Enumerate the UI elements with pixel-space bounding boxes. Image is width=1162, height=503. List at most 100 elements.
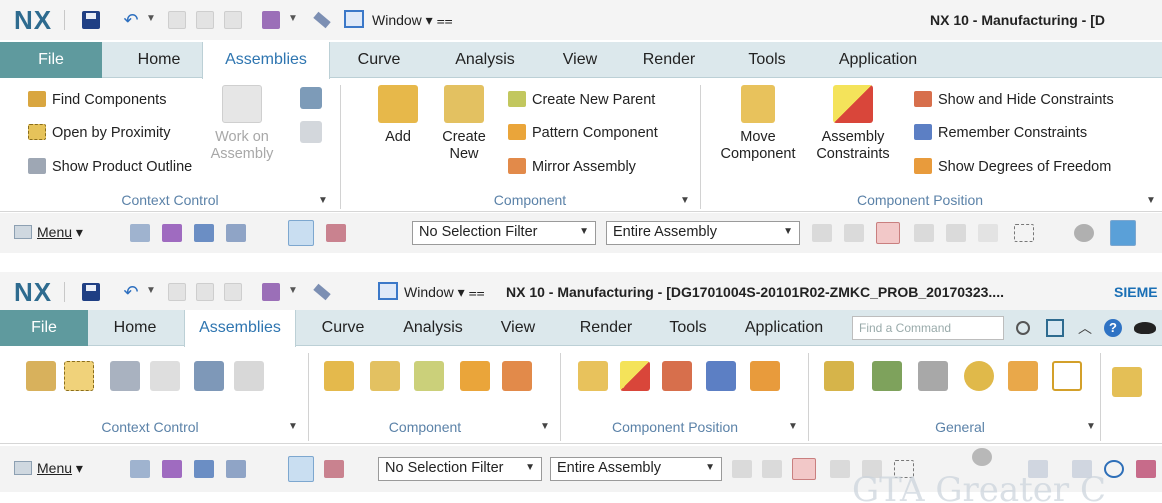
create-new-parent-icon[interactable]	[414, 361, 444, 391]
make-work-part-icon[interactable]	[300, 87, 322, 109]
add-component-icon[interactable]	[324, 361, 354, 391]
tab-view[interactable]: View	[552, 42, 608, 78]
touch-mode-dropdown-icon[interactable]: ▼	[288, 13, 298, 24]
tab-tools[interactable]: Tools	[660, 310, 716, 346]
select-features-snap-icon[interactable]	[812, 224, 832, 242]
link-icon[interactable]	[964, 361, 994, 391]
tab-tools[interactable]: Tools	[736, 42, 798, 78]
show-hide-constraints-icon[interactable]	[662, 361, 692, 391]
interface-icon[interactable]	[1008, 361, 1038, 391]
tab-view[interactable]: View	[490, 310, 546, 346]
select-features-icon[interactable]	[162, 460, 182, 478]
show-and-hide-constraints-button[interactable]: Show and Hide Constraints	[914, 91, 1114, 109]
selection-priority-icon[interactable]	[324, 460, 344, 478]
select-features-icon[interactable]	[162, 224, 182, 242]
view-orient-icon[interactable]	[1074, 224, 1094, 242]
tab-assemblies[interactable]: Assemblies	[184, 310, 296, 347]
point-on-curve-icon[interactable]	[876, 222, 900, 244]
hide-icon[interactable]	[978, 224, 998, 242]
select-bodies-icon[interactable]	[226, 224, 246, 242]
replace-component-icon[interactable]	[872, 361, 902, 391]
tab-curve[interactable]: Curve	[348, 42, 410, 78]
snap-point-icon[interactable]	[762, 460, 782, 478]
find-components-icon[interactable]	[26, 361, 56, 391]
add-component-button[interactable]: Add	[368, 85, 428, 146]
select-features-snap-icon[interactable]	[732, 460, 752, 478]
render-style-icon[interactable]	[1110, 220, 1136, 246]
tab-analysis[interactable]: Analysis	[440, 42, 530, 78]
assembly-constraints-button[interactable]: Assembly Constraints	[808, 85, 898, 163]
work-on-assembly-icon[interactable]	[150, 361, 180, 391]
open-by-proximity-button[interactable]: Open by Proximity	[28, 124, 170, 142]
paste-icon[interactable]	[224, 11, 242, 29]
component-position-more-icon[interactable]: ▼	[1146, 195, 1156, 206]
assembly-navigator-info-icon[interactable]	[824, 361, 854, 391]
quick-pick-icon[interactable]	[946, 224, 966, 242]
undo-icon[interactable]: ↶	[122, 283, 140, 301]
snap-toggle-icon[interactable]	[288, 220, 314, 246]
remember-constraints-button[interactable]: Remember Constraints	[914, 124, 1087, 142]
menu-button[interactable]: Menu ▾	[14, 224, 83, 241]
touch-mode-dropdown-icon[interactable]: ▼	[288, 285, 298, 296]
mirror-assembly-button[interactable]: Mirror Assembly	[508, 158, 636, 176]
restore-ribbon-icon[interactable]	[1046, 319, 1064, 337]
help-icon[interactable]: ?	[1104, 319, 1122, 337]
cut-icon[interactable]	[168, 11, 186, 29]
create-new-component-button[interactable]: Create New	[430, 85, 498, 163]
wave-geometry-icon[interactable]	[918, 361, 948, 391]
layer-icon[interactable]	[1136, 460, 1156, 478]
find-command-input[interactable]: Find a Command	[852, 316, 1004, 340]
view-orient-icon[interactable]	[972, 448, 992, 466]
rectangle-select-icon[interactable]	[1014, 224, 1034, 242]
tab-file[interactable]: File	[0, 310, 88, 346]
menu-button[interactable]: Menu ▾	[14, 460, 83, 477]
point-on-curve-icon[interactable]	[792, 458, 816, 480]
undo-dropdown-icon[interactable]: ▼	[146, 13, 156, 24]
tab-render[interactable]: Render	[572, 310, 640, 346]
tab-analysis[interactable]: Analysis	[390, 310, 476, 346]
tab-home[interactable]: Home	[124, 42, 194, 78]
move-component-icon[interactable]	[578, 361, 608, 391]
show-product-outline-icon[interactable]	[110, 361, 140, 391]
tab-application[interactable]: Application	[730, 310, 838, 346]
show-degrees-of-freedom-icon[interactable]	[750, 361, 780, 391]
context-control-more-icon[interactable]: ▼	[318, 195, 328, 206]
select-all-icon[interactable]	[130, 460, 150, 478]
context-control-more-icon[interactable]: ▼	[288, 421, 298, 432]
save-icon[interactable]	[82, 11, 100, 29]
pattern-component-button[interactable]: Pattern Component	[508, 124, 658, 142]
select-components-icon[interactable]	[194, 224, 214, 242]
general-more-icon[interactable]: ▼	[1086, 421, 1096, 432]
selection-filter-select[interactable]: No Selection Filter ▼	[378, 457, 542, 481]
window-icon[interactable]	[344, 10, 364, 28]
refresh-icon[interactable]	[1104, 460, 1124, 478]
select-all-icon[interactable]	[130, 224, 150, 242]
touch-mode-icon[interactable]	[262, 11, 280, 29]
find-components-button[interactable]: Find Components	[28, 91, 166, 109]
pattern-component-icon[interactable]	[460, 361, 490, 391]
selection-scope-select[interactable]: Entire Assembly ▼	[606, 221, 800, 245]
create-new-parent-button[interactable]: Create New Parent	[508, 91, 655, 109]
tab-application[interactable]: Application	[826, 42, 930, 78]
make-displayed-part-icon[interactable]	[300, 121, 322, 143]
more-commands-icon[interactable]	[1112, 367, 1142, 397]
paste-icon[interactable]	[224, 283, 242, 301]
select-bodies-icon[interactable]	[226, 460, 246, 478]
save-icon[interactable]	[82, 283, 100, 301]
cut-icon[interactable]	[168, 283, 186, 301]
open-by-proximity-icon[interactable]	[64, 361, 94, 391]
touch-mode-icon[interactable]	[262, 283, 280, 301]
tab-assemblies[interactable]: Assemblies	[202, 42, 330, 79]
undo-dropdown-icon[interactable]: ▼	[146, 285, 156, 296]
make-displayed-part-icon[interactable]	[234, 361, 264, 391]
selection-filter-select[interactable]: No Selection Filter ▼	[412, 221, 596, 245]
selection-scope-select[interactable]: Entire Assembly ▼	[550, 457, 722, 481]
undo-icon[interactable]: ↶	[122, 11, 140, 29]
collapse-ribbon-icon[interactable]: ︿	[1076, 319, 1094, 337]
mirror-assembly-icon[interactable]	[502, 361, 532, 391]
arrangement-icon[interactable]	[1052, 361, 1082, 391]
snap-more-icon[interactable]	[914, 224, 934, 242]
repeat-command-icon[interactable]	[313, 283, 331, 301]
snap-more-icon[interactable]	[830, 460, 850, 478]
repeat-command-icon[interactable]	[313, 11, 331, 29]
